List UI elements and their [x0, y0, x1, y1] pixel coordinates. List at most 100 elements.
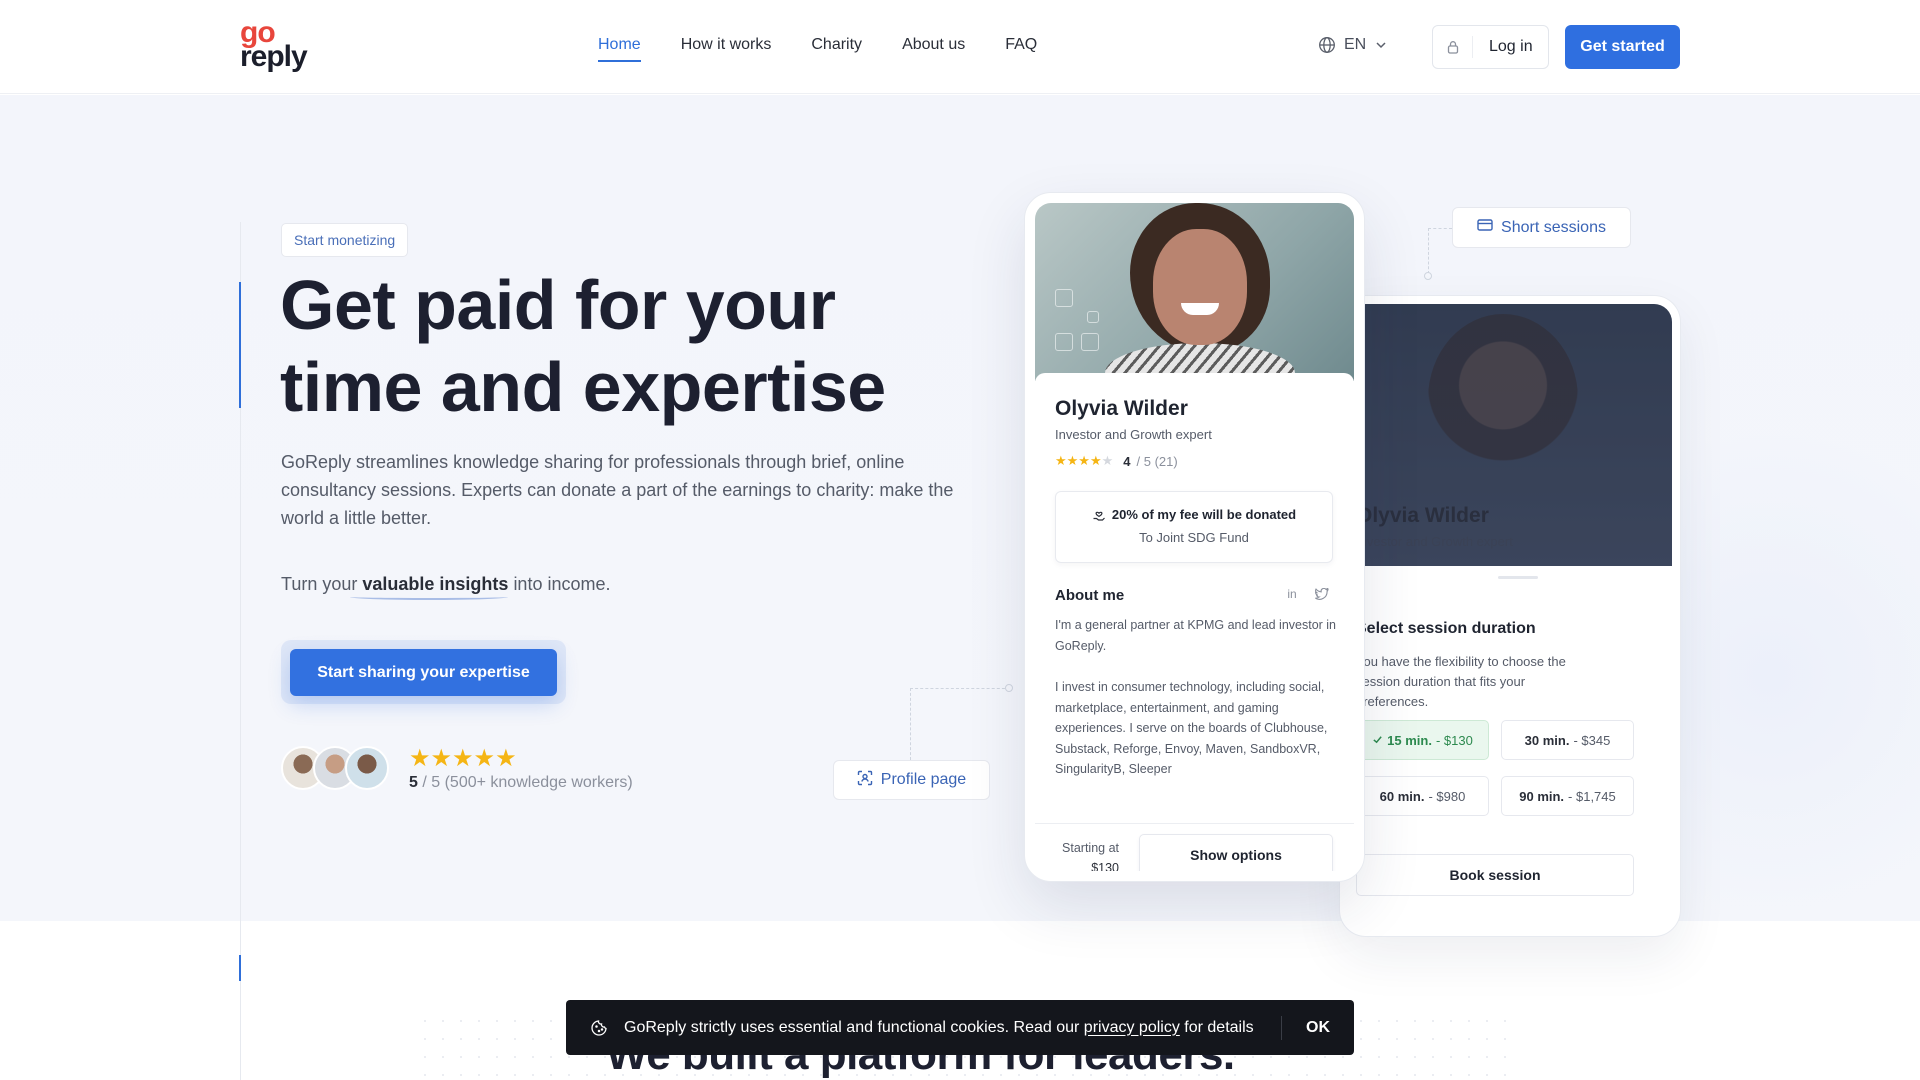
short-sessions-label: Short sessions: [1501, 218, 1606, 236]
book-session-button[interactable]: Book session: [1356, 854, 1634, 896]
profile-footer: Starting at $130 Show options: [1035, 823, 1354, 875]
sessions-connector-line: [1428, 228, 1452, 274]
login-label: Log in: [1489, 38, 1533, 55]
hero-title: Get paid for your time and expertise: [280, 264, 1000, 428]
option-duration: 30 min.: [1524, 732, 1570, 748]
globe-icon: [1318, 36, 1336, 54]
user-avatars: [281, 746, 389, 790]
cookie-text-after: for details: [1184, 1018, 1254, 1036]
logo-reply: reply: [240, 40, 308, 73]
booking-phone-mockup: Olyvia Wilder Investor and Growth expert…: [1340, 296, 1680, 936]
expert-role: Investor and Growth expert: [1356, 534, 1513, 549]
main-nav: Home How it works Charity About us FAQ: [598, 36, 1037, 62]
option-60-min[interactable]: 60 min. - $980: [1356, 776, 1489, 816]
insights-suffix: into income.: [513, 574, 611, 594]
twitter-icon[interactable]: [1311, 583, 1333, 605]
start-monetizing-tag: Start monetizing: [281, 223, 409, 257]
get-started-button[interactable]: Get started: [1565, 25, 1680, 69]
rating-stars-filled: ★★★★: [1055, 453, 1102, 468]
decor-square: [1087, 311, 1099, 323]
sheet-handle[interactable]: [1498, 576, 1538, 579]
session-duration-heading: Select session duration: [1356, 620, 1536, 637]
donation-percentage: 20% of my fee will be donated: [1111, 507, 1297, 522]
nav-charity[interactable]: Charity: [811, 36, 862, 62]
linkedin-icon[interactable]: in: [1281, 583, 1303, 605]
cookie-text-before: GoReply strictly uses essential and func…: [624, 1018, 1080, 1036]
left-rail-accent: [239, 282, 241, 408]
starting-at-label: Starting at: [1062, 841, 1119, 855]
language-code: EN: [1344, 36, 1367, 53]
option-30-min[interactable]: 30 min. - $345: [1501, 720, 1634, 760]
option-price: - $980: [1428, 788, 1466, 804]
expert-name: Olyvia Wilder: [1055, 397, 1188, 420]
expert-role: Investor and Growth expert: [1055, 427, 1212, 442]
nav-faq[interactable]: FAQ: [1005, 36, 1037, 62]
language-selector[interactable]: EN: [1318, 36, 1388, 54]
privacy-policy-link[interactable]: privacy policy: [1084, 1019, 1180, 1036]
site-header: go reply Home How it works Charity About…: [0, 0, 1920, 94]
option-90-min[interactable]: 90 min. - $1,745: [1501, 776, 1634, 816]
rating-detail: / 5 (500+ knowledge workers): [422, 774, 633, 791]
about-me-paragraph: I'm a general partner at KPMG and lead i…: [1055, 618, 1337, 653]
hero-title-line2: time and expertise: [280, 348, 886, 426]
about-me-paragraph: I invest in consumer technology, includi…: [1055, 680, 1328, 776]
connector-dot: [1005, 684, 1013, 692]
cookie-text: GoReply strictly uses essential and func…: [624, 1019, 1281, 1037]
cookie-banner: GoReply strictly uses essential and func…: [566, 1000, 1354, 1055]
cookie-ok-button[interactable]: OK: [1306, 1019, 1330, 1037]
avatar: [345, 746, 389, 790]
about-me-heading: About me: [1055, 587, 1125, 604]
decor-square: [1081, 333, 1099, 351]
expert-photo: [1035, 203, 1354, 381]
decor-square: [1055, 333, 1073, 351]
cookie-icon: [590, 1019, 608, 1037]
profile-scan-icon: [857, 770, 873, 791]
rating-summary: 5 / 5 (500+ knowledge workers): [409, 774, 633, 792]
profile-phone-mockup: Olyvia Wilder Investor and Growth expert…: [1025, 193, 1364, 881]
expert-rating: ★★★★ ★ 4 / 5 (21): [1055, 453, 1178, 469]
rating-value: 4: [1123, 453, 1131, 469]
rating-stars: ★★★★★: [409, 745, 517, 772]
donation-line: 20% of my fee will be donated: [1056, 507, 1332, 524]
option-15-min[interactable]: 15 min. - $130: [1356, 720, 1489, 760]
connector-dot: [1424, 272, 1432, 280]
hero-title-line1: Get paid for your: [280, 266, 836, 344]
decor-square: [1055, 289, 1073, 307]
nav-how-it-works[interactable]: How it works: [681, 36, 772, 62]
nav-about-us[interactable]: About us: [902, 36, 965, 62]
login-button[interactable]: Log in: [1432, 25, 1549, 69]
hand-heart-icon: [1092, 507, 1106, 524]
option-duration: 60 min.: [1379, 788, 1425, 804]
lock-icon: [1433, 36, 1473, 58]
text-fade: [1035, 773, 1354, 813]
starting-price-value: $130: [1091, 861, 1119, 875]
check-icon: [1372, 733, 1383, 748]
insights-emphasis: valuable insights: [362, 574, 509, 594]
rating-value: 5: [409, 774, 418, 791]
expert-portrait: [1181, 303, 1219, 315]
expert-portrait: [1153, 229, 1247, 345]
donation-fund: To Joint SDG Fund: [1139, 530, 1249, 545]
option-duration: 90 min.: [1519, 788, 1565, 804]
card-icon: [1477, 218, 1493, 237]
option-price: - $130: [1435, 732, 1473, 748]
nav-home[interactable]: Home: [598, 36, 641, 62]
expert-name: Olyvia Wilder: [1356, 504, 1489, 527]
insights-prefix: Turn your: [281, 574, 358, 594]
session-duration-subtext: You have the flexibility to choose the s…: [1356, 654, 1566, 709]
option-price: - $1,745: [1568, 788, 1616, 804]
goreply-logo[interactable]: go reply: [240, 18, 314, 73]
cookie-divider: [1281, 1015, 1282, 1040]
donation-notice: 20% of my fee will be donated To Joint S…: [1055, 491, 1333, 563]
show-options-button[interactable]: Show options: [1139, 834, 1333, 871]
profile-page-callout: Profile page: [833, 760, 990, 800]
left-rail-accent: [239, 955, 241, 981]
hero-description: GoReply streamlines knowledge sharing fo…: [281, 452, 954, 528]
start-sharing-button[interactable]: Start sharing your expertise: [290, 649, 557, 696]
profile-page-label: Profile page: [880, 771, 967, 788]
option-duration: 15 min.: [1387, 732, 1432, 748]
profile-connector-line: [910, 688, 1010, 760]
chevron-down-icon: [1374, 38, 1388, 52]
rating-count: / 5 (21): [1136, 453, 1178, 469]
option-price: - $345: [1573, 732, 1611, 748]
